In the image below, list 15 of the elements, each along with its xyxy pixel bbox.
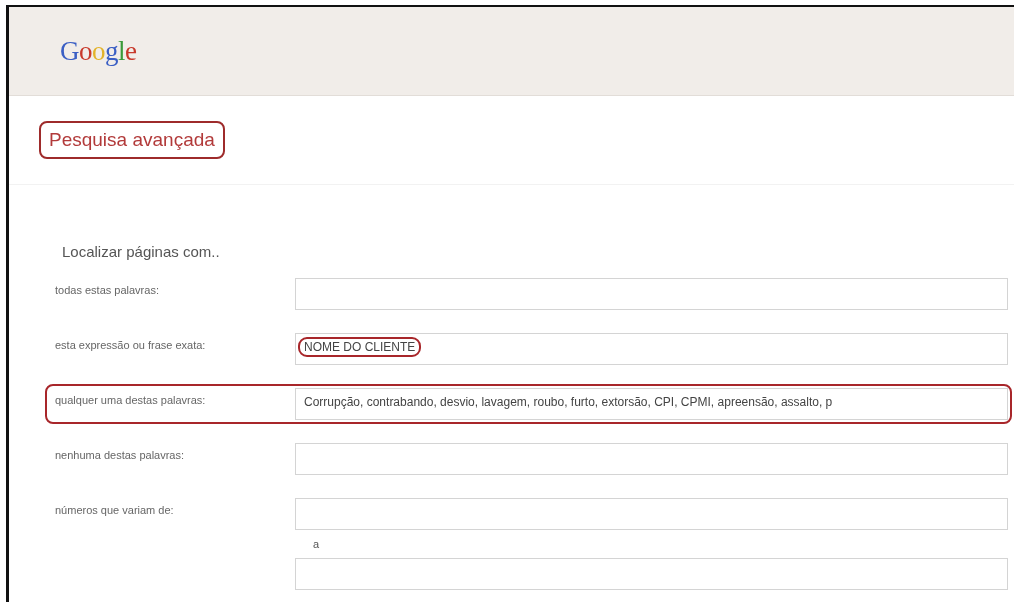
input-field[interactable]	[295, 278, 1008, 310]
page-title: Pesquisa avançada	[39, 121, 225, 159]
input-field[interactable]: Corrupção, contrabando, desvio, lavagem, roubo, furto, extorsão, CPI, CPMI, apreensão, assalto, p	[295, 388, 1008, 420]
field-label: esta expressão ou frase exata:	[55, 338, 207, 351]
field-label: qualquer uma destas palavras:	[55, 393, 207, 406]
range-separator: a	[312, 537, 321, 552]
field-label: todas estas palavras:	[55, 283, 160, 296]
field-label: números que variam de:	[55, 503, 175, 516]
field-label: nenhuma destas palavras:	[55, 448, 186, 461]
input-field[interactable]	[295, 443, 1008, 475]
input-field[interactable]	[295, 558, 1008, 590]
logo: Google	[60, 35, 137, 67]
input-field[interactable]	[295, 498, 1008, 530]
section-heading: Localizar páginas com..	[62, 243, 221, 260]
input-field[interactable]: NOME DO CLIENTE	[295, 333, 1008, 365]
